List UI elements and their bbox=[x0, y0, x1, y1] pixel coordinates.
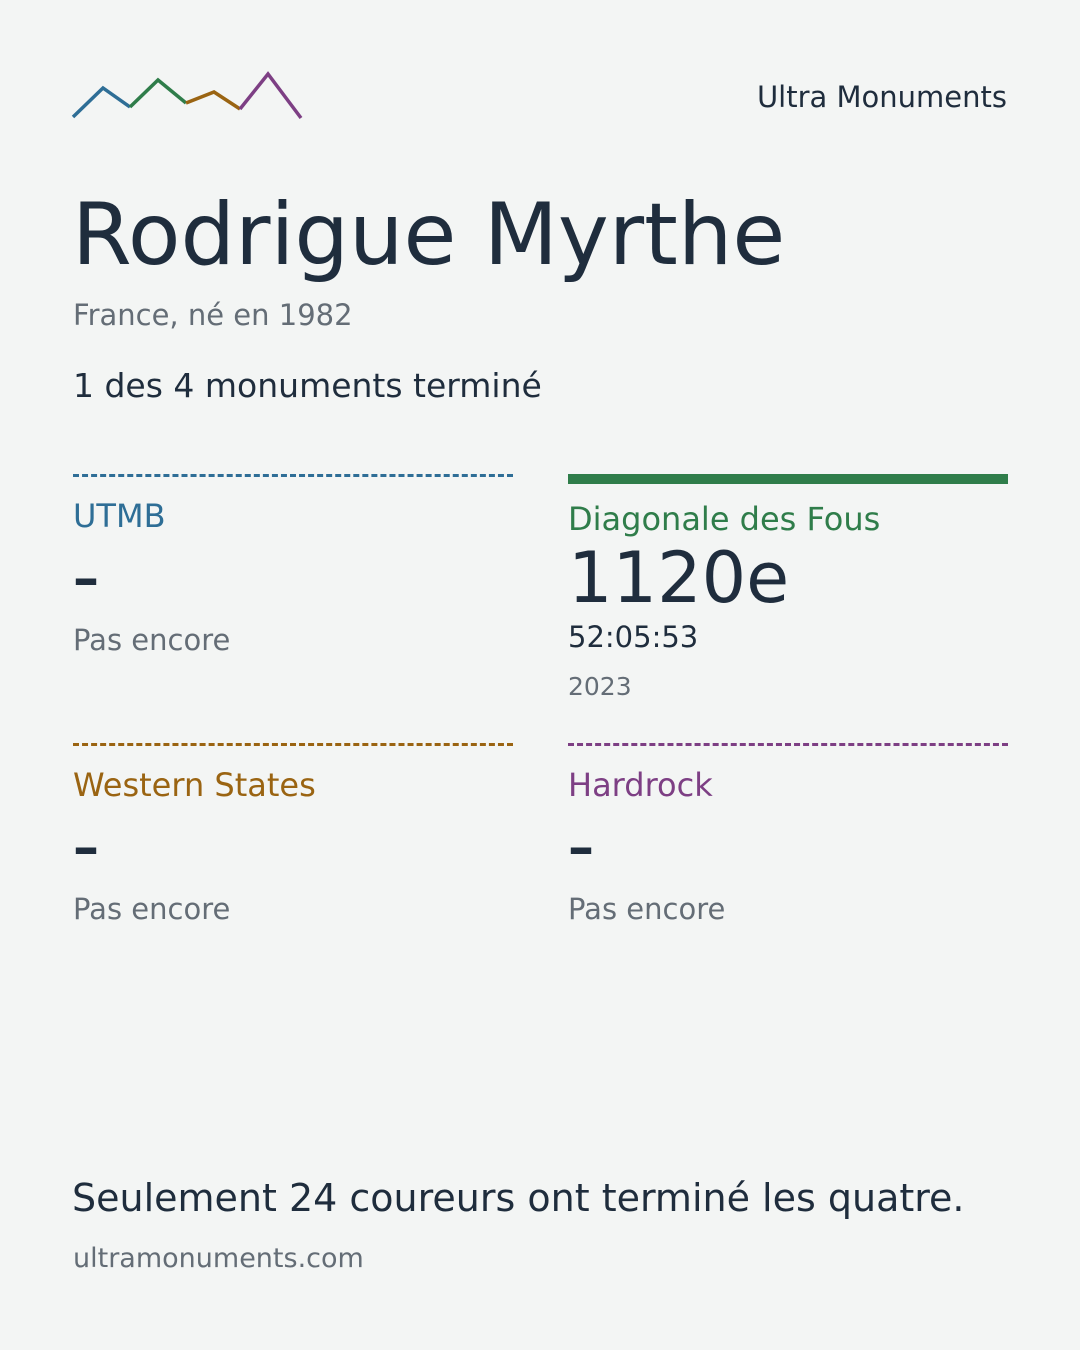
race-name: Hardrock bbox=[568, 766, 713, 804]
race-card-hardrock: Hardrock – Pas encore bbox=[568, 743, 1008, 926]
race-card-western-states: Western States – Pas encore bbox=[73, 743, 513, 926]
race-time: 52:05:53 bbox=[568, 619, 699, 654]
race-rule bbox=[568, 743, 1008, 746]
race-status: Pas encore bbox=[568, 892, 726, 926]
race-status: Pas encore bbox=[73, 892, 231, 926]
race-rule-completed bbox=[568, 474, 1008, 484]
logo-segment-western-states bbox=[185, 90, 241, 111]
website-link[interactable]: ultramonuments.com bbox=[73, 1243, 364, 1274]
race-result: – bbox=[73, 549, 99, 609]
race-name: Western States bbox=[73, 766, 316, 804]
race-result: – bbox=[73, 818, 99, 878]
logo-segment-diagonale bbox=[128, 77, 188, 109]
race-status: Pas encore bbox=[73, 623, 231, 657]
race-result: – bbox=[568, 818, 594, 878]
brand-name: Ultra Monuments bbox=[756, 80, 1007, 114]
race-rank: 1120e bbox=[568, 537, 790, 619]
logo-segment-utmb bbox=[71, 85, 132, 119]
mountain-ridge-logo-icon bbox=[71, 71, 303, 120]
logo-segment-hardrock bbox=[238, 71, 303, 120]
runner-origin: France, né en 1982 bbox=[73, 298, 353, 332]
race-year: 2023 bbox=[568, 671, 632, 701]
race-rule bbox=[73, 474, 513, 477]
race-card-utmb: UTMB – Pas encore bbox=[73, 474, 513, 657]
race-name: UTMB bbox=[73, 497, 166, 535]
race-name: Diagonale des Fous bbox=[568, 500, 881, 538]
finishers-note: Seulement 24 coureurs ont terminé les qu… bbox=[72, 1176, 965, 1220]
race-rule bbox=[73, 743, 513, 746]
runner-name: Rodrigue Myrthe bbox=[72, 185, 786, 285]
runner-progress: 1 des 4 monuments terminé bbox=[73, 366, 542, 405]
race-card-diagonale-des-fous: Diagonale des Fous 1120e 52:05:53 2023 bbox=[568, 474, 1008, 701]
